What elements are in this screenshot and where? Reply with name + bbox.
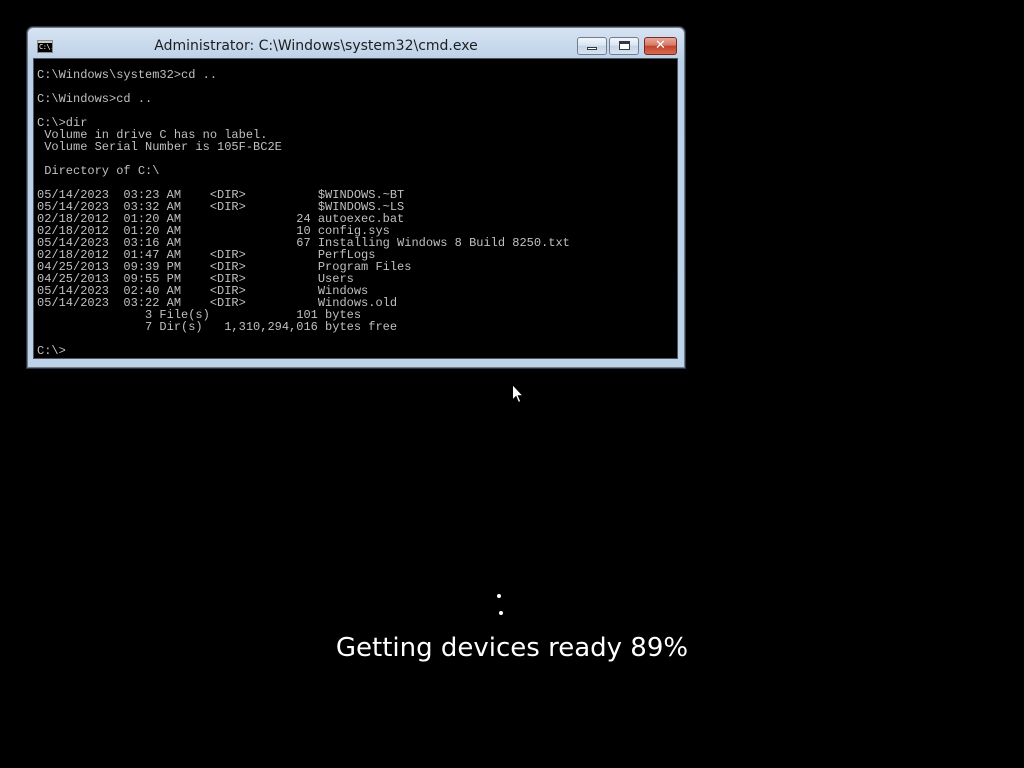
setup-status-text: Getting devices ready 89% [335,633,689,663]
console-line: Volume Serial Number is 105F-BC2E [37,140,282,154]
restore-icon [619,41,630,50]
close-icon: ✕ [655,38,666,53]
mouse-pointer-icon [512,384,524,404]
console-line: C:\Windows\system32>cd .. [37,68,218,82]
loading-dots-icon [493,592,505,616]
console-output[interactable]: C:\Windows\system32>cd .. C:\Windows>cd … [33,58,678,359]
spinner-dot [497,594,501,598]
console-line: Directory of C:\ [37,164,160,178]
spinner-dot [499,611,503,615]
desktop-screen: C:\. Administrator: C:\Windows\system32\… [0,0,1024,768]
minimize-button[interactable] [577,37,607,55]
maximize-button[interactable] [609,37,639,55]
minimize-icon [587,47,597,50]
console-line: C:\Windows>cd .. [37,92,153,106]
console-line: 7 Dir(s) 1,310,294,016 bytes free [37,320,398,334]
cmd-window[interactable]: C:\. Administrator: C:\Windows\system32\… [27,27,685,368]
console-line: C:\> [37,344,66,358]
window-title: Administrator: C:\Windows\system32\cmd.e… [154,38,478,54]
console-text: C:\Windows\system32>cd .. C:\Windows>cd … [37,69,570,357]
close-button[interactable]: ✕ [644,37,677,55]
title-bar[interactable]: C:\. Administrator: C:\Windows\system32\… [28,28,684,58]
